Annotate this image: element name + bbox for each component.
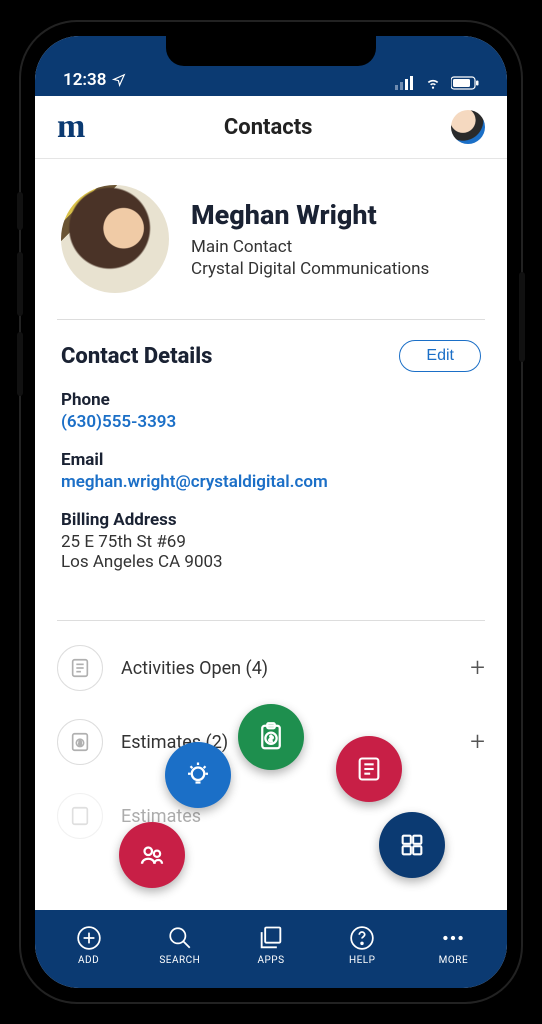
location-arrow-icon: [112, 73, 126, 87]
nav-apps[interactable]: APPS: [225, 925, 316, 966]
screen: 12:38 m Contacts Meghan Wright Main Cont…: [35, 36, 507, 988]
help-icon: [349, 925, 375, 951]
fab-grid[interactable]: [379, 812, 445, 878]
notch: [166, 36, 376, 66]
people-icon: [137, 840, 167, 870]
contact-avatar[interactable]: [61, 185, 169, 293]
fab-contacts[interactable]: [119, 822, 185, 888]
nav-help-label: HELP: [349, 955, 376, 966]
email-value[interactable]: meghan.wright@crystaldigital.com: [61, 472, 481, 492]
plus-circle-icon: [76, 925, 102, 951]
app-logo[interactable]: m: [57, 110, 85, 144]
nav-more-label: MORE: [439, 955, 468, 966]
nav-search-label: SEARCH: [159, 955, 200, 966]
bottom-nav: ADD SEARCH APPS HELP MORE: [35, 910, 507, 988]
activities-row[interactable]: Activities Open (4) +: [35, 631, 507, 705]
search-icon: [167, 925, 193, 951]
nav-more[interactable]: MORE: [408, 925, 499, 966]
phone-field: Phone (630)555-3393: [61, 390, 481, 432]
activities-label: Activities Open (4): [121, 658, 452, 679]
section-title: Contact Details: [61, 344, 212, 369]
grid-icon: [398, 831, 426, 859]
nav-add[interactable]: ADD: [43, 925, 134, 966]
volume-up-button: [17, 252, 23, 316]
email-field: Email meghan.wright@crystaldigital.com: [61, 450, 481, 492]
nav-search[interactable]: SEARCH: [134, 925, 225, 966]
lightbulb-icon: [183, 760, 213, 790]
nav-help[interactable]: HELP: [317, 925, 408, 966]
battery-icon: [451, 76, 479, 90]
contact-hero: Meghan Wright Main Contact Crystal Digit…: [35, 159, 507, 319]
side-button: [17, 192, 23, 230]
clipboard-dollar-icon: [256, 722, 286, 752]
more-icon: [440, 925, 466, 951]
email-label: Email: [61, 450, 481, 470]
user-avatar[interactable]: [451, 110, 485, 144]
signal-icon: [395, 76, 415, 90]
phone-value[interactable]: (630)555-3393: [61, 412, 481, 432]
nav-add-label: ADD: [78, 955, 99, 966]
stack-icon: [257, 924, 285, 952]
volume-down-button: [17, 332, 23, 396]
wifi-icon: [423, 76, 443, 90]
phone-label: Phone: [61, 390, 481, 410]
app-header: m Contacts: [35, 96, 507, 159]
phone-frame: 12:38 m Contacts Meghan Wright Main Cont…: [21, 22, 521, 1002]
billing-label: Billing Address: [61, 510, 481, 530]
estimates-icon: $: [57, 719, 103, 765]
status-time: 12:38: [63, 70, 106, 90]
billing-field: Billing Address 25 E 75th St #69 Los Ang…: [61, 510, 481, 572]
fab-idea[interactable]: [165, 742, 231, 808]
svg-text:$: $: [78, 740, 81, 747]
note-icon: [355, 755, 383, 783]
fab-note[interactable]: [336, 736, 402, 802]
row-icon: [57, 793, 103, 839]
plus-icon[interactable]: +: [470, 653, 485, 683]
power-button: [519, 272, 525, 362]
activities-icon: [57, 645, 103, 691]
edit-button[interactable]: Edit: [399, 340, 481, 372]
billing-line2: Los Angeles CA 9003: [61, 552, 481, 572]
contact-name: Meghan Wright: [191, 199, 429, 231]
plus-icon[interactable]: +: [470, 727, 485, 757]
page-title: Contacts: [224, 115, 313, 140]
contact-company: Crystal Digital Communications: [191, 259, 429, 279]
billing-line1: 25 E 75th St #69: [61, 532, 481, 552]
contact-details-section: Contact Details Edit Phone (630)555-3393…: [35, 320, 507, 620]
contact-role: Main Contact: [191, 237, 429, 257]
fab-estimate[interactable]: [238, 704, 304, 770]
nav-apps-label: APPS: [257, 955, 284, 966]
